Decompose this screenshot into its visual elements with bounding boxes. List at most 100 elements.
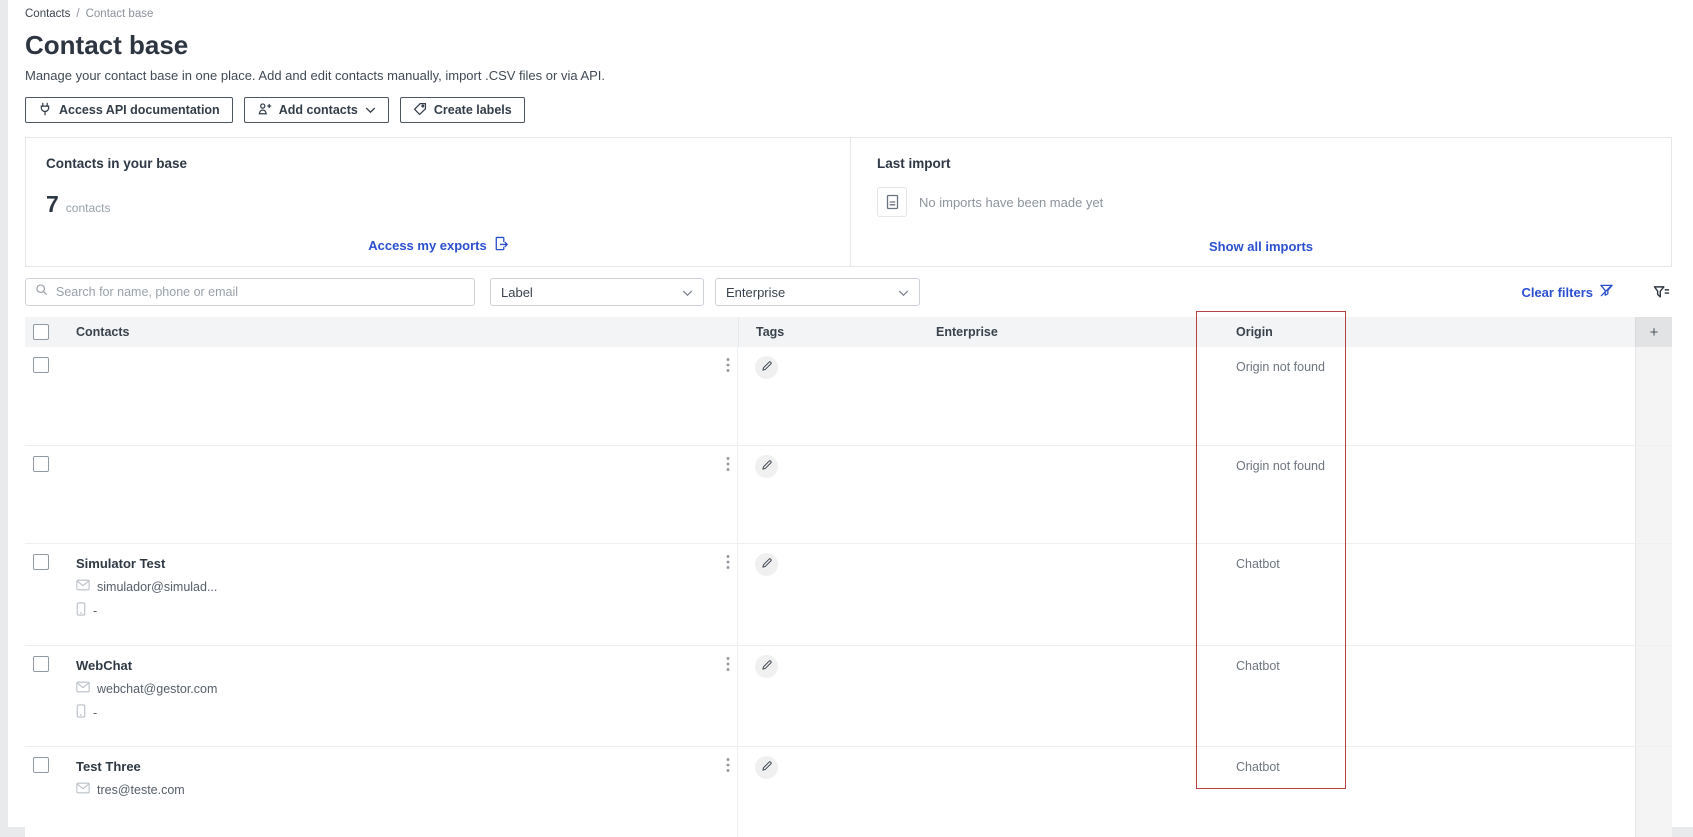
breadcrumb-contacts[interactable]: Contacts (25, 8, 70, 20)
last-import-card: Last import No imports have been made ye… (851, 138, 1671, 266)
enterprise-filter-value: Enterprise (726, 284, 786, 300)
search-box (25, 278, 475, 306)
cell-enterprise (920, 347, 1196, 445)
clear-filters-label: Clear filters (1521, 284, 1593, 300)
gutter-cell (1635, 544, 1672, 645)
breadcrumb-current: Contact base (85, 8, 154, 20)
envelope-icon (76, 579, 90, 594)
contact-name: Simulator Test (76, 556, 166, 571)
enterprise-filter-select[interactable]: Enterprise (715, 278, 920, 306)
edit-tags-button[interactable] (755, 356, 778, 379)
pencil-icon (761, 359, 773, 377)
table-header-row: Contacts Tags Enterprise Origin + (25, 317, 1672, 347)
contact-phone: - (93, 603, 98, 618)
page-subtitle: Manage your contact base in one place. A… (25, 68, 606, 83)
mobile-phone-icon (76, 704, 86, 721)
contacts-count: 7 (46, 191, 59, 217)
cell-enterprise (920, 747, 1196, 837)
show-all-imports-label: Show all imports (1208, 239, 1313, 254)
column-header-tags: Tags (738, 317, 920, 347)
access-my-exports-link[interactable]: Access my exports (26, 236, 850, 254)
table-row: Test Three tres@teste.com Chatbot (25, 747, 1672, 837)
access-api-documentation-button[interactable]: Access API documentation (25, 97, 233, 123)
contact-email: tres@teste.com (97, 782, 185, 797)
toolbar: Access API documentation Add contacts Cr… (25, 97, 1672, 123)
row-checkbox[interactable] (33, 357, 49, 373)
filter-bar: Label Enterprise Clear filters (25, 278, 1672, 306)
envelope-icon (76, 782, 90, 797)
contacts-count-unit: contacts (65, 201, 111, 215)
cell-enterprise (920, 446, 1196, 543)
gutter-cell (1635, 347, 1672, 445)
chevron-down-icon (365, 103, 376, 117)
cell-origin: Chatbot (1236, 760, 1280, 774)
access-api-documentation-label: Access API documentation (59, 103, 220, 117)
search-icon (35, 283, 48, 301)
row-menu-kebab-icon[interactable] (724, 654, 732, 679)
plug-icon (38, 102, 52, 119)
cell-enterprise (920, 544, 1196, 645)
row-checkbox[interactable] (33, 656, 49, 672)
export-document-icon (493, 236, 508, 254)
person-plus-icon (257, 102, 272, 119)
contacts-card-title: Contacts in your base (46, 156, 188, 171)
edit-tags-button[interactable] (755, 455, 778, 478)
row-menu-kebab-icon[interactable] (724, 355, 732, 380)
column-header-enterprise: Enterprise (936, 325, 998, 339)
cell-origin: Origin not found (1236, 459, 1325, 473)
label-filter-select[interactable]: Label (490, 278, 704, 306)
last-import-title: Last import (877, 156, 951, 171)
label-filter-value: Label (501, 284, 533, 300)
row-checkbox[interactable] (33, 757, 49, 773)
contact-phone: - (93, 705, 98, 720)
summary-cards: Contacts in your base 7 contacts Access … (25, 137, 1672, 267)
envelope-icon (76, 681, 90, 696)
pencil-icon (761, 556, 773, 574)
filter-list-icon[interactable] (1653, 285, 1670, 300)
search-input[interactable] (56, 285, 465, 299)
clear-filters-link[interactable]: Clear filters (1521, 283, 1614, 301)
table-row: Origin not found (25, 347, 1672, 446)
breadcrumb: Contacts / Contact base (25, 0, 1672, 20)
chevron-down-icon (898, 285, 909, 300)
create-labels-label: Create labels (433, 103, 512, 117)
row-menu-kebab-icon[interactable] (724, 454, 732, 479)
column-header-contacts: Contacts (76, 325, 130, 339)
page-title: Contact base (25, 30, 189, 60)
cell-enterprise (920, 646, 1196, 746)
access-my-exports-label: Access my exports (368, 237, 487, 253)
contacts-table: Contacts Tags Enterprise Origin + Origin… (25, 311, 1672, 837)
edit-tags-button[interactable] (755, 553, 778, 576)
add-contacts-button[interactable]: Add contacts (243, 97, 389, 123)
create-labels-button[interactable]: Create labels (399, 97, 525, 123)
row-menu-kebab-icon[interactable] (724, 755, 732, 780)
row-checkbox[interactable] (33, 554, 49, 570)
funnel-slash-icon (1599, 283, 1614, 301)
row-checkbox[interactable] (33, 456, 49, 472)
main-content: Contacts / Contact base Contact base Man… (8, 0, 1693, 837)
contact-name: WebChat (76, 658, 133, 673)
table-row: Origin not found (25, 446, 1672, 544)
table-row: Simulator Test simulador@simulad... - Ch… (25, 544, 1672, 646)
row-menu-kebab-icon[interactable] (724, 552, 732, 577)
cell-origin: Chatbot (1236, 557, 1280, 571)
contact-email: webchat@gestor.com (97, 681, 218, 696)
tag-icon (413, 102, 427, 119)
gutter-cell (1635, 446, 1672, 543)
contact-email: simulador@simulad... (97, 579, 218, 594)
breadcrumb-separator: / (76, 8, 80, 20)
select-all-checkbox[interactable] (33, 324, 49, 340)
column-header-origin: Origin (1236, 325, 1273, 339)
no-imports-message: No imports have been made yet (919, 194, 1104, 210)
mobile-phone-icon (76, 602, 86, 619)
show-all-imports-link[interactable]: Show all imports (851, 239, 1671, 254)
cell-origin: Chatbot (1236, 659, 1280, 673)
edit-tags-button[interactable] (755, 655, 778, 678)
add-column-button[interactable]: + (1635, 317, 1672, 347)
add-contacts-label: Add contacts (278, 103, 358, 117)
table-row: WebChat webchat@gestor.com - Chatbot (25, 646, 1672, 747)
edit-tags-button[interactable] (755, 756, 778, 779)
chevron-down-icon (682, 285, 693, 300)
pencil-icon (761, 658, 773, 676)
document-icon (877, 187, 907, 217)
